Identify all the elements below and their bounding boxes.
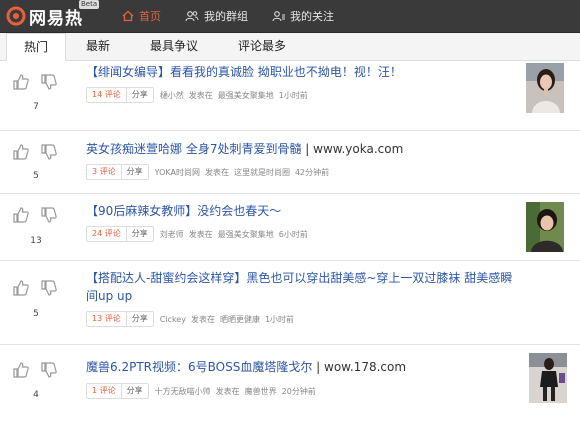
thumbs-up-icon[interactable] — [12, 279, 30, 297]
tab-latest[interactable]: 最新 — [66, 33, 130, 60]
post-time: 42分钟前 — [294, 167, 330, 177]
post-title: 【绯闻女编导】看看我的真诚脸 拗职业也不拗电！视！汪！ — [86, 65, 402, 79]
post-author[interactable]: 刘老师 — [160, 229, 184, 240]
post-time: 6小时前 — [278, 229, 308, 239]
tab-controversial[interactable]: 最具争议 — [130, 33, 218, 60]
nav-my-groups-label: 我的群组 — [204, 10, 248, 23]
thumbs-down-icon[interactable] — [40, 279, 58, 297]
action-buttons: 13 评论 分享 — [86, 311, 154, 327]
nav-my-follows-label: 我的关注 — [290, 10, 334, 23]
post-item: 13 【90后麻辣女教师】没约会也春天～ 24 评论 分享 刘老师 发表在 最强… — [0, 194, 580, 261]
share-button[interactable]: 分享 — [122, 165, 148, 179]
home-icon — [122, 10, 134, 22]
group-icon — [185, 11, 199, 22]
posted-in-label: 发表在 — [188, 229, 213, 239]
comments-button[interactable]: 24 评论 — [87, 227, 127, 241]
post-thumbnail[interactable] — [526, 202, 564, 252]
brand-logo[interactable]: 网易热 Beta — [0, 0, 110, 29]
vote-count: 5 — [33, 309, 39, 319]
nav-my-follows[interactable]: 我的关注 — [260, 0, 346, 32]
follow-icon — [272, 11, 285, 22]
nav-home-label: 首页 — [139, 10, 161, 23]
post-meta: 3 评论 分享 YOKA时尚网 发表在 这里就是时尚圈 42分钟前 — [86, 164, 334, 180]
vote-count: 5 — [33, 171, 39, 181]
post-time: 20分钟前 — [281, 386, 316, 396]
feed-tabs: 热门 最新 最具争议 评论最多 — [0, 33, 580, 61]
share-button[interactable]: 分享 — [127, 88, 153, 102]
post-title-link[interactable]: 【90后麻辣女教师】没约会也春天～ — [86, 202, 520, 220]
action-buttons: 1 评论 分享 — [86, 383, 149, 399]
thumbs-up-icon[interactable] — [12, 143, 30, 161]
teacher-photo-icon — [526, 202, 564, 252]
posted-in-label: 发表在 — [215, 386, 240, 396]
comments-button[interactable]: 14 评论 — [87, 88, 127, 102]
post-meta: 24 评论 分享 刘老师 发表在 最强美女聚集地 6小时前 — [86, 226, 313, 242]
thumbs-down-icon[interactable] — [40, 206, 58, 224]
top-navigation-bar: 网易热 Beta 首页 我的群组 我的关注 — [0, 0, 580, 33]
post-meta: 13 评论 分享 Cickey 发表在 晒晒更健康 1小时前 — [86, 311, 299, 327]
post-thumbnail[interactable] — [526, 63, 564, 113]
post-title: 英女孩痴迷萱哈娜 全身7处刺青爱到骨髓 — [86, 142, 302, 156]
post-group[interactable]: 最强美女聚集地 — [218, 229, 274, 240]
comments-button[interactable]: 1 评论 — [87, 384, 122, 398]
action-buttons: 3 评论 分享 — [86, 164, 149, 180]
post-author[interactable]: YOKA时尚网 — [155, 167, 200, 178]
post-title-link[interactable]: 【搭配达人-甜蜜约会这样穿】黑色也可以穿出甜美感~穿上一双过膝袜 甜美感瞬间up… — [86, 269, 520, 305]
vote-count: 7 — [33, 102, 39, 112]
thumbs-up-icon[interactable] — [12, 206, 30, 224]
share-button[interactable]: 分享 — [122, 384, 148, 398]
post-source: | wow.178.com — [312, 360, 407, 374]
thumbs-down-icon[interactable] — [40, 143, 58, 161]
tab-hot[interactable]: 热门 — [6, 33, 67, 61]
thumbs-up-icon[interactable] — [12, 73, 30, 91]
post-title-link[interactable]: 【绯闻女编导】看看我的真诚脸 拗职业也不拗电！视！汪！ — [86, 63, 520, 81]
post-title: 【搭配达人-甜蜜约会这样穿】黑色也可以穿出甜美感~穿上一双过膝袜 甜美感瞬间up… — [86, 271, 513, 303]
post-meta: 1 评论 分享 十方无敌喵小帅 发表在 魔兽世界 20分钟前 — [86, 383, 321, 399]
action-buttons: 14 评论 分享 — [86, 87, 154, 103]
main-nav: 首页 我的群组 我的关注 — [110, 0, 346, 32]
post-group[interactable]: 最强美女聚集地 — [218, 90, 274, 101]
posted-in-label: 发表在 — [204, 167, 229, 177]
action-buttons: 24 评论 分享 — [86, 226, 154, 242]
posted-in-label: 发表在 — [188, 90, 213, 100]
comments-button[interactable]: 13 评论 — [87, 312, 127, 326]
share-button[interactable]: 分享 — [127, 312, 153, 326]
thumbs-up-icon[interactable] — [12, 361, 30, 379]
comments-button[interactable]: 3 评论 — [87, 165, 122, 179]
nav-my-groups[interactable]: 我的群组 — [173, 0, 260, 32]
thumbs-down-icon[interactable] — [40, 361, 58, 379]
post-author[interactable]: 樋小然 — [160, 90, 184, 101]
post-group[interactable]: 这里就是时尚圈 — [234, 167, 290, 178]
post-item: 4 魔兽6.2PTR视频：6号BOSS血魔塔隆戈尔 | wow.178.com … — [0, 345, 580, 425]
share-button[interactable]: 分享 — [127, 227, 153, 241]
post-author[interactable]: Cickey — [160, 315, 186, 324]
post-meta: 14 评论 分享 樋小然 发表在 最强美女聚集地 1小时前 — [86, 87, 313, 103]
post-time: 1小时前 — [264, 314, 295, 324]
post-item: 5 英女孩痴迷萱哈娜 全身7处刺青爱到骨髓 | www.yoka.com 3 评… — [0, 131, 580, 194]
nav-home[interactable]: 首页 — [110, 0, 173, 32]
post-title-link[interactable]: 魔兽6.2PTR视频：6号BOSS血魔塔隆戈尔 | wow.178.com — [86, 358, 520, 376]
post-source: | www.yoka.com — [301, 142, 404, 156]
post-item: 7 【绯闻女编导】看看我的真诚脸 拗职业也不拗电！视！汪！ 14 评论 分享 樋… — [0, 61, 580, 131]
beta-badge: Beta — [79, 0, 100, 9]
post-title-link[interactable]: 英女孩痴迷萱哈娜 全身7处刺青爱到骨髓 | www.yoka.com — [86, 140, 520, 158]
post-time: 1小时前 — [278, 90, 308, 100]
post-title: 魔兽6.2PTR视频：6号BOSS血魔塔隆戈尔 — [86, 360, 313, 374]
post-author[interactable]: 十方无敌喵小帅 — [155, 386, 211, 397]
vote-count: 4 — [33, 390, 39, 400]
post-item: 5 【搭配达人-甜蜜约会这样穿】黑色也可以穿出甜美感~穿上一双过膝袜 甜美感瞬间… — [0, 261, 580, 345]
brand-name: 网易热 — [29, 8, 83, 29]
vote-count: 13 — [30, 236, 42, 246]
post-group[interactable]: 晒晒更健康 — [220, 314, 260, 325]
woman-photo-icon — [526, 63, 564, 113]
logo-mark-icon — [6, 6, 26, 26]
tab-most-comments[interactable]: 评论最多 — [218, 33, 306, 60]
post-group[interactable]: 魔兽世界 — [245, 386, 277, 397]
posted-in-label: 发表在 — [190, 314, 215, 324]
thumbs-down-icon[interactable] — [40, 73, 58, 91]
post-title: 【90后麻辣女教师】没约会也春天～ — [86, 204, 282, 218]
